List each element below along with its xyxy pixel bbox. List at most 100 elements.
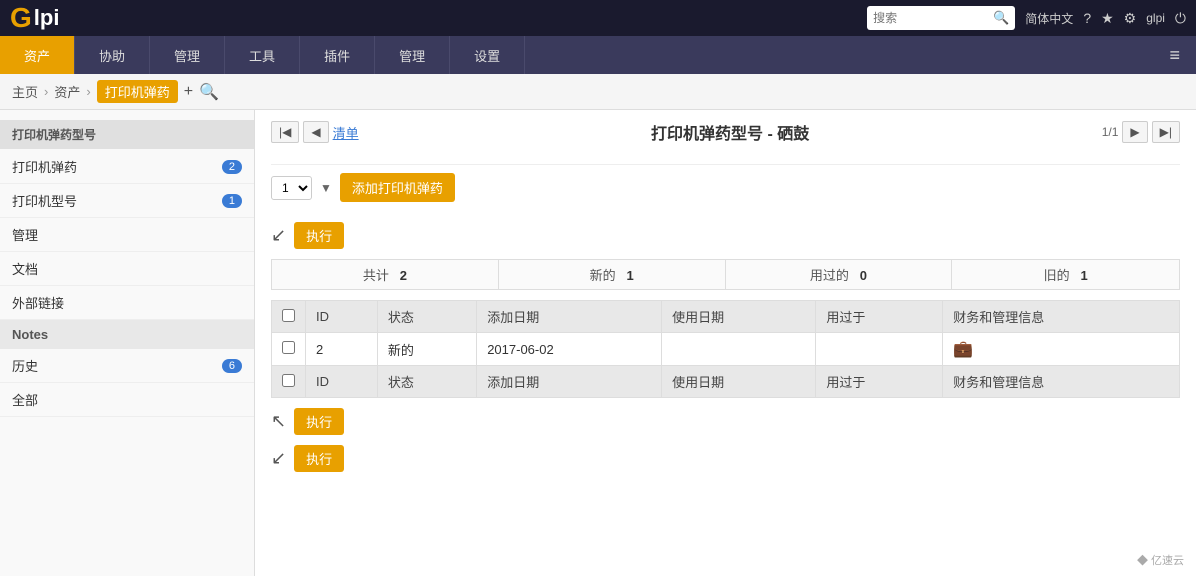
breadcrumb-sep1: ›: [44, 84, 48, 99]
stat-new-value: 1: [626, 268, 633, 283]
exec-button-top[interactable]: 执行: [294, 222, 344, 249]
row-id: 2: [306, 333, 378, 366]
power-icon[interactable]: ⏻: [1175, 10, 1186, 27]
stat-total: 共计 2: [272, 260, 499, 289]
tf-status: 状态: [377, 366, 476, 398]
footer-select-all[interactable]: [282, 374, 295, 387]
nav-item-admin[interactable]: 管理: [375, 36, 450, 74]
exec-button-middle[interactable]: 执行: [294, 408, 344, 435]
breadcrumb-search-icon[interactable]: 🔍: [199, 82, 219, 102]
row-finance[interactable]: 💼: [943, 333, 1180, 366]
logo-lpi: lpi: [34, 5, 60, 31]
sidebar-item-docs[interactable]: 文档: [0, 252, 254, 286]
finance-icon[interactable]: 💼: [953, 341, 973, 358]
breadcrumb-asset[interactable]: 资产: [54, 82, 80, 101]
sidebar-item-notes[interactable]: Notes: [0, 320, 254, 349]
th-status: 状态: [377, 301, 476, 333]
stat-total-label: 共计: [363, 268, 389, 283]
stat-used: 用过的 0: [726, 260, 953, 289]
select-all-checkbox[interactable]: [282, 309, 295, 322]
sidebar-item-external-links-label: 外部链接: [12, 293, 64, 312]
nav-bar: 资产 协助 管理 工具 插件 管理 设置 ≡: [0, 36, 1196, 74]
stat-old-label: 旧的: [1044, 268, 1070, 283]
logo: G lpi: [10, 2, 59, 34]
nav-first-btn[interactable]: |◀: [271, 121, 299, 143]
sidebar-item-printer-model-label: 打印机型号: [12, 191, 77, 210]
gear-icon[interactable]: ⚙: [1124, 10, 1137, 27]
th-add-date: 添加日期: [477, 301, 662, 333]
exec-button-bottom[interactable]: 执行: [294, 445, 344, 472]
nav-item-asset[interactable]: 资产: [0, 36, 75, 74]
language-selector[interactable]: 简体中文: [1025, 10, 1073, 27]
nav-item-tools[interactable]: 工具: [225, 36, 300, 74]
stat-used-value: 0: [860, 268, 867, 283]
tf-add-date: 添加日期: [477, 366, 662, 398]
stats-row: 共计 2 新的 1 用过的 0 旧的 1: [271, 259, 1180, 290]
arrow-down-icon: ↙: [271, 225, 286, 246]
row-checkbox-cell: [272, 333, 306, 366]
breadcrumb: 主页 › 资产 › 打印机弹药 + 🔍: [0, 74, 1196, 110]
user-label[interactable]: glpi: [1146, 11, 1165, 25]
star-icon[interactable]: ★: [1101, 10, 1114, 27]
sidebar-item-history-badge: 6: [222, 359, 242, 373]
help-icon[interactable]: ?: [1083, 10, 1091, 26]
nav-item-settings[interactable]: 设置: [450, 36, 525, 74]
row-status: 新的: [377, 333, 476, 366]
nav-item-plugins[interactable]: 插件: [300, 36, 375, 74]
sidebar-item-manage[interactable]: 管理: [0, 218, 254, 252]
breadcrumb-current: 打印机弹药: [97, 80, 178, 103]
tf-use-date: 使用日期: [662, 366, 816, 398]
stat-new-label: 新的: [590, 268, 616, 283]
search-icon[interactable]: 🔍: [993, 10, 1009, 26]
nav-last-btn[interactable]: ▶|: [1152, 121, 1180, 143]
th-finance: 财务和管理信息: [943, 301, 1180, 333]
main-layout: 打印机弹药型号 打印机弹药 2 打印机型号 1 管理 文档 外部链接 Notes…: [0, 110, 1196, 576]
stat-new: 新的 1: [499, 260, 726, 289]
row-use-date: [662, 333, 816, 366]
breadcrumb-home[interactable]: 主页: [12, 82, 38, 101]
sidebar-item-history[interactable]: 历史 6: [0, 349, 254, 383]
row-used-by: [816, 333, 943, 366]
top-bar: G lpi 🔍 简体中文 ? ★ ⚙ glpi ⏻: [0, 0, 1196, 36]
sidebar-item-cartridge[interactable]: 打印机弹药 2: [0, 150, 254, 184]
nav-left: |◀ ◀ 清单: [271, 121, 359, 143]
sidebar-item-printer-model-badge: 1: [222, 194, 242, 208]
row-checkbox[interactable]: [282, 341, 295, 354]
sidebar-item-cartridge-label: 打印机弹药: [12, 157, 77, 176]
content-area: |◀ ◀ 清单 打印机弹药型号 - 硒鼓 1/1 ▶ ▶| 1 ▼ 添加打印机弹…: [255, 110, 1196, 576]
th-id: ID: [306, 301, 378, 333]
breadcrumb-add-icon[interactable]: +: [184, 83, 193, 101]
quantity-select[interactable]: 1: [271, 176, 312, 200]
row-add-date: 2017-06-02: [477, 333, 662, 366]
stat-old: 旧的 1: [952, 260, 1179, 289]
page-number: 1/1: [1102, 125, 1119, 139]
top-right-area: 🔍 简体中文 ? ★ ⚙ glpi ⏻: [867, 6, 1186, 30]
page-info: 1/1 ▶ ▶|: [1102, 121, 1180, 143]
stat-old-value: 1: [1080, 268, 1087, 283]
logo-g: G: [10, 2, 32, 34]
nav-next-btn[interactable]: ▶: [1122, 121, 1147, 143]
th-use-date: 使用日期: [662, 301, 816, 333]
tf-checkbox: [272, 366, 306, 398]
exec-row-top: ↙ 执行: [271, 222, 1180, 249]
breadcrumb-sep2: ›: [86, 84, 90, 99]
sidebar: 打印机弹药型号 打印机弹药 2 打印机型号 1 管理 文档 外部链接 Notes…: [0, 110, 255, 576]
exec-row-bottom: ↙ 执行: [271, 445, 1180, 472]
sidebar-item-all[interactable]: 全部: [0, 383, 254, 417]
data-table: ID 状态 添加日期 使用日期 用过于 财务和管理信息 2 新的 2017-06…: [271, 300, 1180, 398]
list-link[interactable]: 清单: [333, 123, 359, 142]
search-box[interactable]: 🔍: [867, 6, 1015, 30]
sidebar-item-external-links[interactable]: 外部链接: [0, 286, 254, 320]
sidebar-item-printer-model[interactable]: 打印机型号 1: [0, 184, 254, 218]
tf-id: ID: [306, 366, 378, 398]
nav-prev-btn[interactable]: ◀: [303, 121, 328, 143]
nav-item-manage[interactable]: 管理: [150, 36, 225, 74]
tf-used-by: 用过于: [816, 366, 943, 398]
nav-item-assist[interactable]: 协助: [75, 36, 150, 74]
hamburger-icon[interactable]: ≡: [1153, 36, 1196, 74]
table-row: 2 新的 2017-06-02 💼: [272, 333, 1180, 366]
sidebar-item-cartridge-badge: 2: [222, 160, 242, 174]
content-header: |◀ ◀ 清单 打印机弹药型号 - 硒鼓 1/1 ▶ ▶|: [271, 120, 1180, 152]
add-cartridge-button[interactable]: 添加打印机弹药: [340, 173, 455, 202]
search-input[interactable]: [873, 11, 993, 25]
